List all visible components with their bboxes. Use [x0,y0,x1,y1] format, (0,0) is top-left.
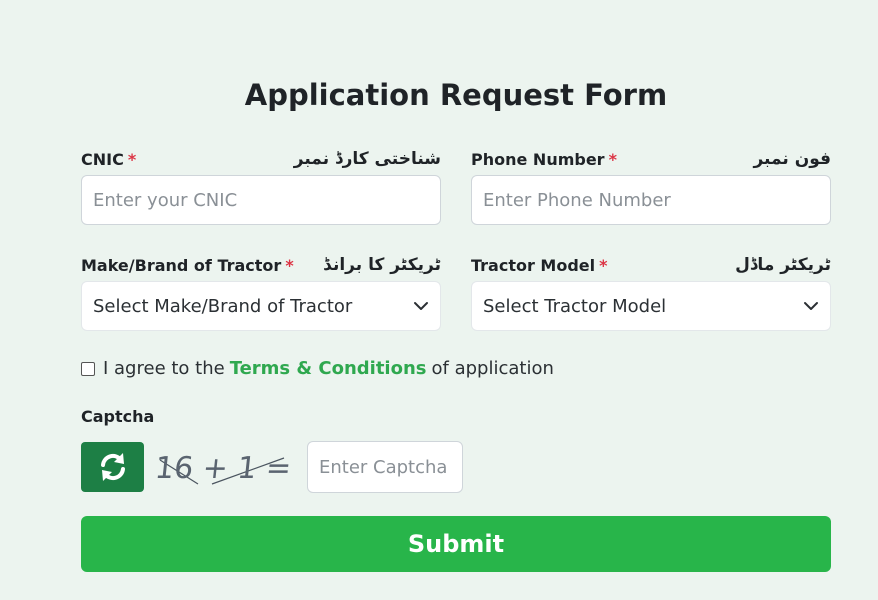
phone-field-group: Phone Number * فون نمبر Enter Phone Numbe… [471,143,831,225]
make-urdu-label: ٹریکٹر کا برانڈ [323,255,441,275]
model-label: Tractor Model * [471,256,608,275]
make-label-text: Make/Brand of Tractor [81,256,282,275]
phone-placeholder: Enter Phone Number [483,189,671,211]
terms-link[interactable]: Terms & Conditions [230,358,427,379]
model-label-text: Tractor Model [471,256,596,275]
cnic-urdu-label: شناختی کارڈ نمبر [293,149,441,169]
cnic-placeholder: Enter your CNIC [93,189,238,211]
application-form-page: Application Request Form CNIC * شناختی کا… [0,0,878,600]
make-selected-value: Select Make/Brand of Tractor [93,295,353,317]
model-select[interactable]: Select Tractor Model [471,281,831,331]
model-selected-value: Select Tractor Model [483,295,667,317]
chevron-down-icon [804,302,818,310]
form-title: Application Request Form [244,78,668,112]
phone-label-text: Phone Number [471,150,605,169]
make-label: Make/Brand of Tractor * [81,256,294,275]
model-field-group: Tractor Model * ٹریکٹر ماڈل Select Tracto… [471,249,831,331]
chevron-down-icon [414,302,428,310]
cnic-input[interactable]: Enter your CNIC [81,175,441,225]
make-select[interactable]: Select Make/Brand of Tractor [81,281,441,331]
captcha-image: 16 + 1 = [153,451,292,486]
phone-urdu-label: فون نمبر [753,149,831,169]
required-mark: * [599,256,608,275]
required-mark: * [285,256,294,275]
phone-label: Phone Number * [471,150,617,169]
captcha-refresh-button[interactable] [81,442,144,492]
captcha-input[interactable]: Enter Captcha [307,441,463,493]
agree-suffix-text: of application [431,358,554,379]
model-urdu-label: ٹریکٹر ماڈل [735,255,831,275]
captcha-challenge-text: 16 + 1 = [153,451,292,486]
phone-label-row: Phone Number * فون نمبر [471,143,831,169]
refresh-icon [100,453,125,481]
phone-input[interactable]: Enter Phone Number [471,175,831,225]
submit-button[interactable]: Submit [81,516,831,572]
make-label-row: Make/Brand of Tractor * ٹریکٹر کا برانڈ [81,249,441,275]
agree-prefix-text: I agree to the [103,358,225,379]
terms-agreement-row: I agree to the Terms & Conditions of app… [81,358,554,379]
required-mark: * [127,150,137,169]
terms-checkbox[interactable] [81,361,95,376]
captcha-placeholder: Enter Captcha [319,456,448,478]
captcha-label: Captcha [81,407,155,426]
required-mark: * [608,150,617,169]
model-label-row: Tractor Model * ٹریکٹر ماڈل [471,249,831,275]
cnic-label: CNIC * [81,150,136,169]
make-field-group: Make/Brand of Tractor * ٹریکٹر کا برانڈ S… [81,249,441,331]
cnic-field-group: CNIC * شناختی کارڈ نمبر Enter your CNIC [81,143,441,225]
cnic-label-text: CNIC [81,150,124,169]
cnic-label-row: CNIC * شناختی کارڈ نمبر [81,143,441,169]
